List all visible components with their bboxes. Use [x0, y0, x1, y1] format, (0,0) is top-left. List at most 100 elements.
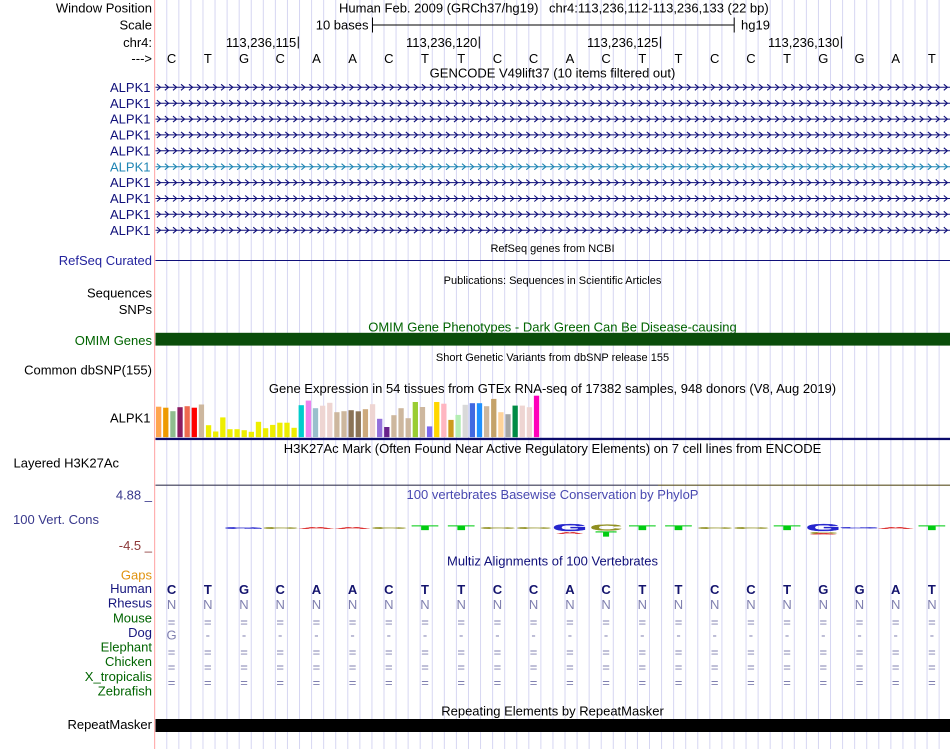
- svg-text:N: N: [746, 597, 755, 612]
- svg-text:ALPK1: ALPK1: [110, 207, 150, 222]
- svg-text:=: =: [385, 644, 393, 659]
- svg-text:113,236,125: 113,236,125: [587, 35, 658, 50]
- svg-text:Dog: Dog: [128, 625, 152, 640]
- svg-text:GENCODE V49lift37 (10 items fi: GENCODE V49lift37 (10 items filtered out…: [430, 66, 676, 81]
- svg-text:-: -: [531, 627, 535, 642]
- svg-text:100 vertebrates Basewise Conse: 100 vertebrates Basewise Conservation by…: [407, 487, 699, 502]
- svg-text:=: =: [494, 659, 502, 674]
- svg-text:=: =: [204, 644, 212, 659]
- svg-text:G: G: [839, 527, 879, 529]
- svg-text:-4.5 _: -4.5 _: [119, 538, 153, 553]
- svg-text:=: =: [313, 644, 321, 659]
- svg-text:C: C: [167, 51, 176, 66]
- svg-text:=: =: [639, 659, 647, 674]
- svg-text:N: N: [674, 597, 683, 612]
- svg-text:N: N: [638, 597, 647, 612]
- svg-text:N: N: [384, 597, 393, 612]
- svg-text:Common dbSNP(155): Common dbSNP(155): [24, 363, 152, 378]
- svg-text:=: =: [602, 675, 610, 690]
- svg-text:T: T: [596, 531, 617, 539]
- svg-text:=: =: [783, 644, 791, 659]
- svg-text:-: -: [821, 627, 825, 642]
- svg-text:N: N: [782, 597, 791, 612]
- svg-text:=: =: [820, 644, 828, 659]
- svg-text:C: C: [710, 582, 720, 597]
- svg-text:T: T: [629, 524, 656, 531]
- svg-text:=: =: [639, 675, 647, 690]
- svg-text:T: T: [457, 582, 465, 597]
- svg-text:-: -: [278, 627, 282, 642]
- svg-text:RepeatMasker: RepeatMasker: [67, 717, 152, 732]
- svg-text:ALPK1: ALPK1: [110, 191, 150, 206]
- svg-text:=: =: [276, 644, 284, 659]
- svg-text:Mouse: Mouse: [113, 610, 152, 625]
- svg-text:ALPK1: ALPK1: [110, 80, 150, 95]
- svg-text:=: =: [168, 644, 176, 659]
- svg-text:=: =: [168, 675, 176, 690]
- svg-text:A: A: [877, 526, 914, 529]
- svg-text:N: N: [167, 597, 176, 612]
- svg-text:N: N: [276, 597, 285, 612]
- svg-text:=: =: [856, 659, 864, 674]
- svg-text:=: =: [168, 659, 176, 674]
- svg-text:SNPs: SNPs: [119, 302, 153, 317]
- svg-text:=: =: [856, 644, 864, 659]
- svg-text:T: T: [638, 51, 646, 66]
- svg-text:Layered H3K27Ac: Layered H3K27Ac: [14, 456, 120, 471]
- svg-text:=: =: [566, 675, 574, 690]
- svg-text:=: =: [457, 659, 465, 674]
- svg-text:T: T: [783, 51, 791, 66]
- svg-text:=: =: [530, 659, 538, 674]
- svg-text:Rhesus: Rhesus: [108, 596, 153, 611]
- svg-text:C: C: [529, 51, 538, 66]
- svg-text:-: -: [749, 627, 753, 642]
- svg-text:Chicken: Chicken: [105, 654, 152, 669]
- svg-text:C: C: [262, 527, 298, 530]
- svg-text:OMIM Genes: OMIM Genes: [75, 333, 153, 348]
- svg-text:C: C: [733, 527, 769, 530]
- svg-text:=: =: [747, 644, 755, 659]
- svg-text:--->: --->: [131, 51, 152, 66]
- svg-text:100 Vert. Cons: 100 Vert. Cons: [13, 512, 99, 527]
- svg-text:C: C: [384, 582, 394, 597]
- svg-text:N: N: [710, 597, 719, 612]
- svg-text:N: N: [348, 597, 357, 612]
- svg-text:G: G: [806, 522, 840, 533]
- svg-text:Short Genetic Variants from db: Short Genetic Variants from dbSNP releas…: [436, 352, 669, 364]
- svg-text:=: =: [204, 675, 212, 690]
- svg-text:=: =: [421, 659, 429, 674]
- svg-text:C: C: [493, 51, 502, 66]
- svg-text:=: =: [240, 675, 248, 690]
- svg-text:T: T: [675, 51, 683, 66]
- svg-text:-: -: [930, 627, 934, 642]
- svg-text:=: =: [892, 675, 900, 690]
- svg-text:C: C: [697, 527, 733, 530]
- svg-text:=: =: [928, 644, 936, 659]
- svg-text:C: C: [601, 51, 610, 66]
- svg-text:=: =: [276, 675, 284, 690]
- svg-text:=: =: [204, 659, 212, 674]
- svg-text:=: =: [602, 644, 610, 659]
- svg-text:=: =: [313, 659, 321, 674]
- svg-text:OMIM Gene Phenotypes - Dark Gr: OMIM Gene Phenotypes - Dark Green Can Be…: [368, 320, 737, 335]
- svg-text:G: G: [239, 582, 249, 597]
- svg-text:=: =: [747, 675, 755, 690]
- svg-text:N: N: [855, 597, 864, 612]
- svg-text:N: N: [420, 597, 429, 612]
- svg-text:X_tropicalis: X_tropicalis: [85, 669, 153, 684]
- svg-text:ALPK1: ALPK1: [110, 175, 150, 190]
- svg-text:=: =: [711, 644, 719, 659]
- svg-text:Human Feb. 2009 (GRCh37/hg19): Human Feb. 2009 (GRCh37/hg19): [339, 1, 538, 16]
- svg-text:=: =: [494, 675, 502, 690]
- svg-text:10 bases: 10 bases: [316, 18, 369, 33]
- svg-text:=: =: [675, 675, 683, 690]
- svg-text:=: =: [675, 644, 683, 659]
- svg-text:chr4:: chr4:: [123, 35, 152, 50]
- svg-text:-: -: [350, 627, 354, 642]
- svg-text:-: -: [314, 627, 318, 642]
- svg-text:C: C: [384, 51, 393, 66]
- svg-text:G: G: [854, 51, 864, 66]
- svg-text:A: A: [891, 582, 901, 597]
- svg-text:T: T: [638, 582, 646, 597]
- svg-text:=: =: [711, 675, 719, 690]
